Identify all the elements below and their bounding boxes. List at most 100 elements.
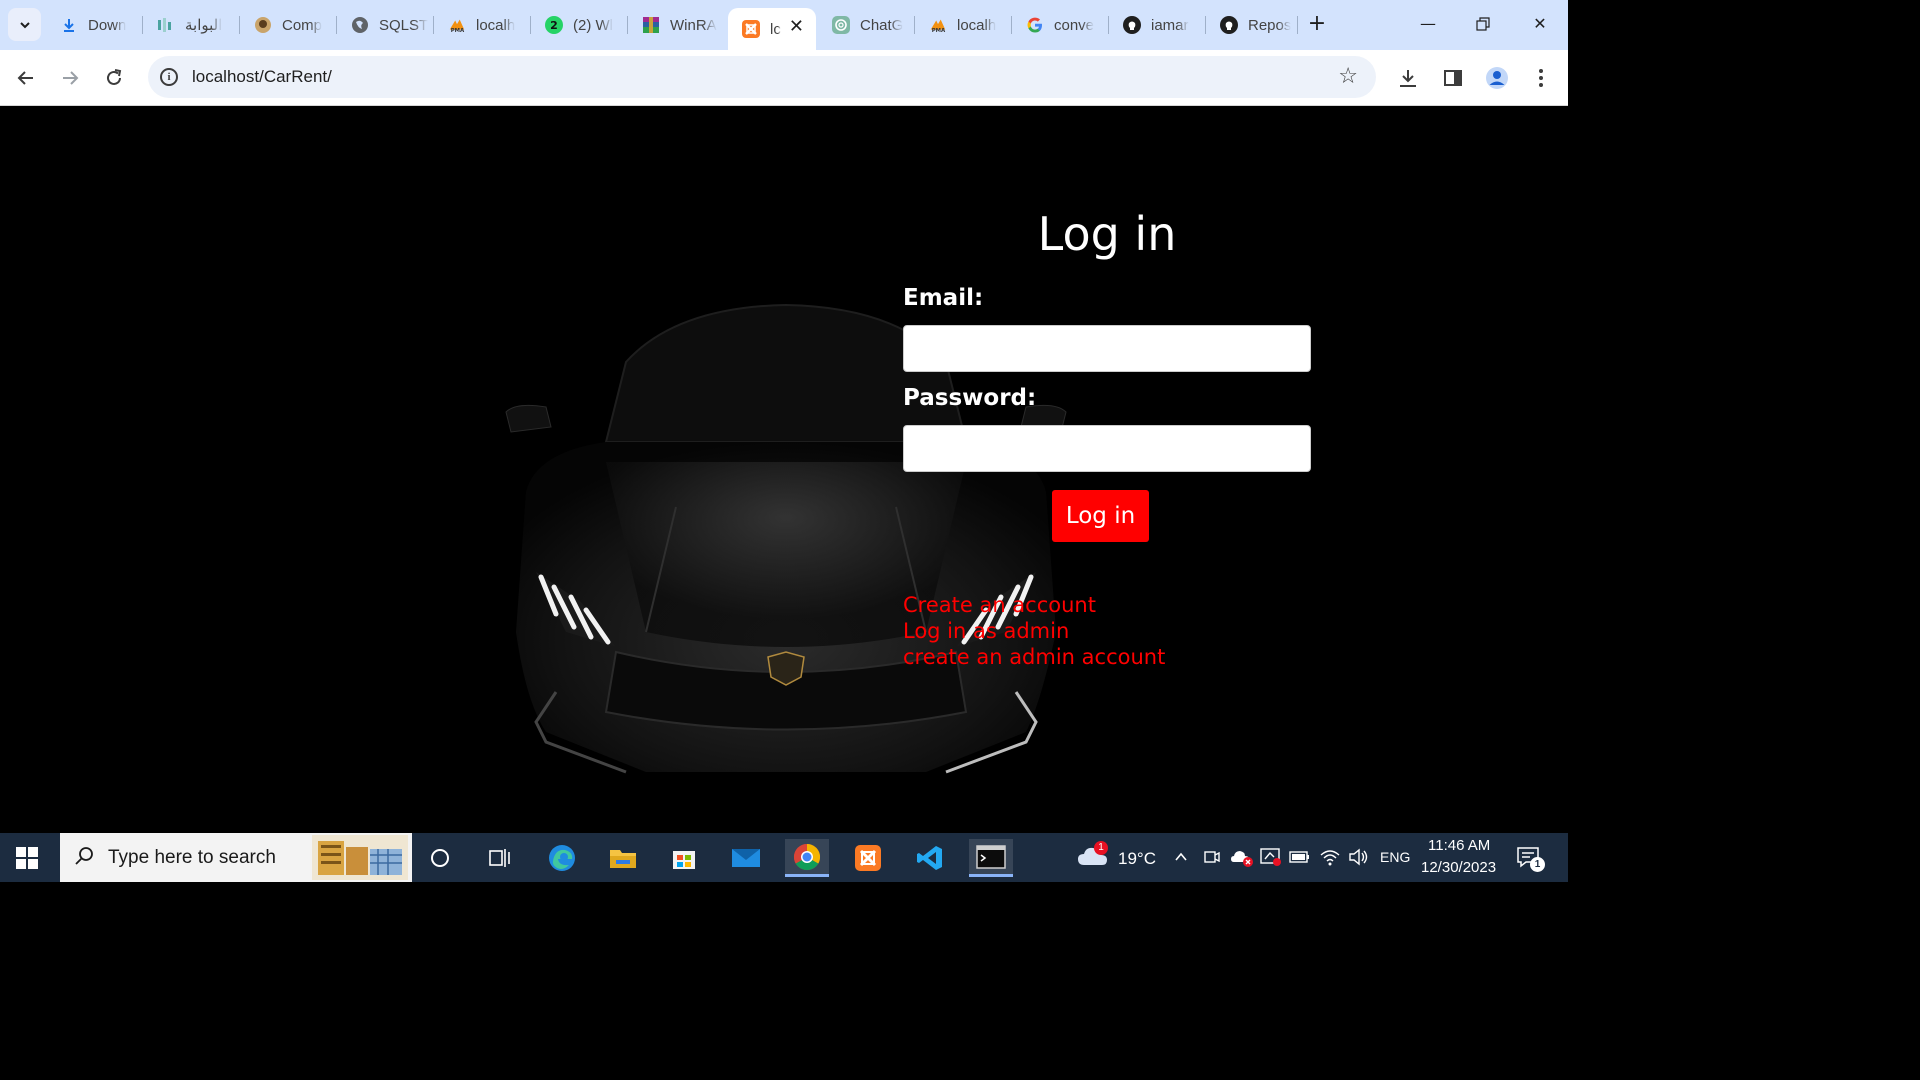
battery-icon[interactable] [1289,849,1311,869]
tab-sqlst[interactable]: SQLST [337,8,432,42]
admin-login-link[interactable]: Log in as admin [903,618,1165,644]
download-icon [60,16,78,34]
bookmark-star-icon[interactable]: ☆ [1338,64,1358,89]
whatsapp-icon: 2 [545,16,563,34]
taskbar-edge[interactable] [540,839,584,877]
show-hidden-icons-button[interactable] [1173,849,1189,869]
github-icon [1220,16,1238,34]
chevron-down-icon [19,21,30,28]
search-placeholder: Type here to search [108,847,276,868]
forward-button[interactable] [54,62,86,94]
chevron-up-icon [1175,852,1187,861]
globe-icon [351,16,369,34]
arrow-right-icon [63,71,79,85]
email-label: Email: [903,285,984,311]
terminal-icon [976,844,1006,869]
taskbar-vscode[interactable] [908,839,952,877]
taskbar-mail[interactable] [724,839,768,877]
taskbar-microsoft-store[interactable] [662,839,706,877]
notification-count-badge: 1 [1530,857,1545,872]
new-tab-button[interactable]: + [1305,12,1329,36]
tab-portal[interactable]: البوابة [143,8,238,42]
svg-text:PMA: PMA [932,28,946,34]
tab-whatsapp[interactable]: 2 (2) Wl [531,8,626,42]
taskbar-search-box[interactable]: Type here to search [60,833,412,882]
tab-active-carrent[interactable]: lc ✕ [728,8,816,50]
url-text[interactable]: localhost/CarRent/ [192,67,332,87]
login-title: Log in [1037,207,1177,261]
reload-button[interactable] [98,62,130,94]
site-info-icon[interactable]: i [160,68,178,86]
taskbar-xampp[interactable] [846,839,890,877]
task-view-icon [489,849,510,867]
windows-start-button[interactable] [16,847,38,869]
tab-downloads[interactable]: Down [46,8,141,42]
back-button[interactable] [10,62,42,94]
clock-time[interactable]: 11:46 AM [1428,837,1490,854]
chrome-icon [793,843,821,870]
tab-google-convert[interactable]: conve [1012,8,1107,42]
restore-icon [1476,17,1490,31]
downloads-button[interactable] [1392,62,1424,94]
taskbar-terminal[interactable] [969,839,1013,877]
edge-icon [549,845,575,871]
winrar-icon [642,16,660,34]
create-account-link[interactable]: Create an account [903,592,1165,618]
weather-alert-badge: 1 [1094,841,1108,855]
login-button[interactable]: Log in [1052,490,1149,542]
arrow-left-icon [17,71,33,85]
side-panel-button[interactable] [1437,62,1469,94]
tab-comp[interactable]: Comp [240,8,335,42]
clock-date[interactable]: 12/30/2023 [1421,859,1496,876]
close-tab-icon[interactable]: ✕ [789,16,804,37]
notification-center-button[interactable]: 1 [1516,845,1545,873]
volume-icon[interactable] [1348,847,1370,871]
profile-button[interactable] [1481,62,1513,94]
login-page: Log in Email: Password: Log in Create an… [0,107,1568,833]
wifi-icon[interactable] [1319,847,1341,871]
tab-localhost-1[interactable]: PMA localh [434,8,529,42]
search-icon [75,847,93,865]
language-indicator[interactable]: ENG [1380,849,1410,865]
kebab-menu-icon [1539,69,1543,87]
tab-localhost-2[interactable]: PMA localh [915,8,1010,42]
account-links: Create an account Log in as admin create… [903,592,1165,670]
weather-widget[interactable]: 1 [1076,841,1110,873]
taskbar-chrome[interactable] [785,839,829,877]
minimize-button[interactable]: — [1408,10,1448,38]
tab-github-repos[interactable]: Repos [1206,8,1298,42]
portal-icon [157,16,175,34]
tab-github-iamar[interactable]: iamar [1109,8,1204,42]
tab-chatgpt[interactable]: ChatG [818,8,913,42]
svg-text:PMA: PMA [451,28,465,34]
onedrive-error-icon[interactable] [1230,847,1254,871]
taskbar-file-explorer[interactable] [601,839,645,877]
mail-icon [732,849,760,867]
menu-button[interactable] [1525,62,1557,94]
xampp-icon [742,20,760,38]
github-icon [1123,16,1141,34]
password-input[interactable] [903,425,1311,472]
task-view-button[interactable] [478,839,522,877]
tab-winrar[interactable]: WinRA [628,8,723,42]
comp-icon [254,16,272,34]
browser-tab-strip: Down البوابة Comp SQLST PMA localh 2 (2)… [0,0,1568,50]
store-icon [673,851,695,869]
security-alert-icon[interactable] [1260,847,1282,871]
browser-toolbar: i localhost/CarRent/ ☆ [0,50,1568,106]
tab-search-button[interactable] [8,8,41,41]
email-input[interactable] [903,325,1311,372]
close-window-button[interactable]: ✕ [1520,10,1560,38]
vscode-icon [917,846,942,870]
windows-taskbar: Type here to search 1 19°C ENG 11:46 AM … [0,833,1568,882]
password-label: Password: [903,385,1037,411]
avatar-icon [1486,67,1508,89]
cortana-button[interactable] [418,839,462,877]
weather-temperature: 19°C [1118,849,1156,868]
address-bar[interactable]: i localhost/CarRent/ ☆ [148,56,1376,98]
folder-icon [610,850,636,868]
reload-icon [107,69,122,85]
create-admin-account-link[interactable]: create an admin account [903,644,1165,670]
restore-button[interactable] [1463,10,1503,38]
meet-now-icon[interactable] [1203,847,1221,871]
